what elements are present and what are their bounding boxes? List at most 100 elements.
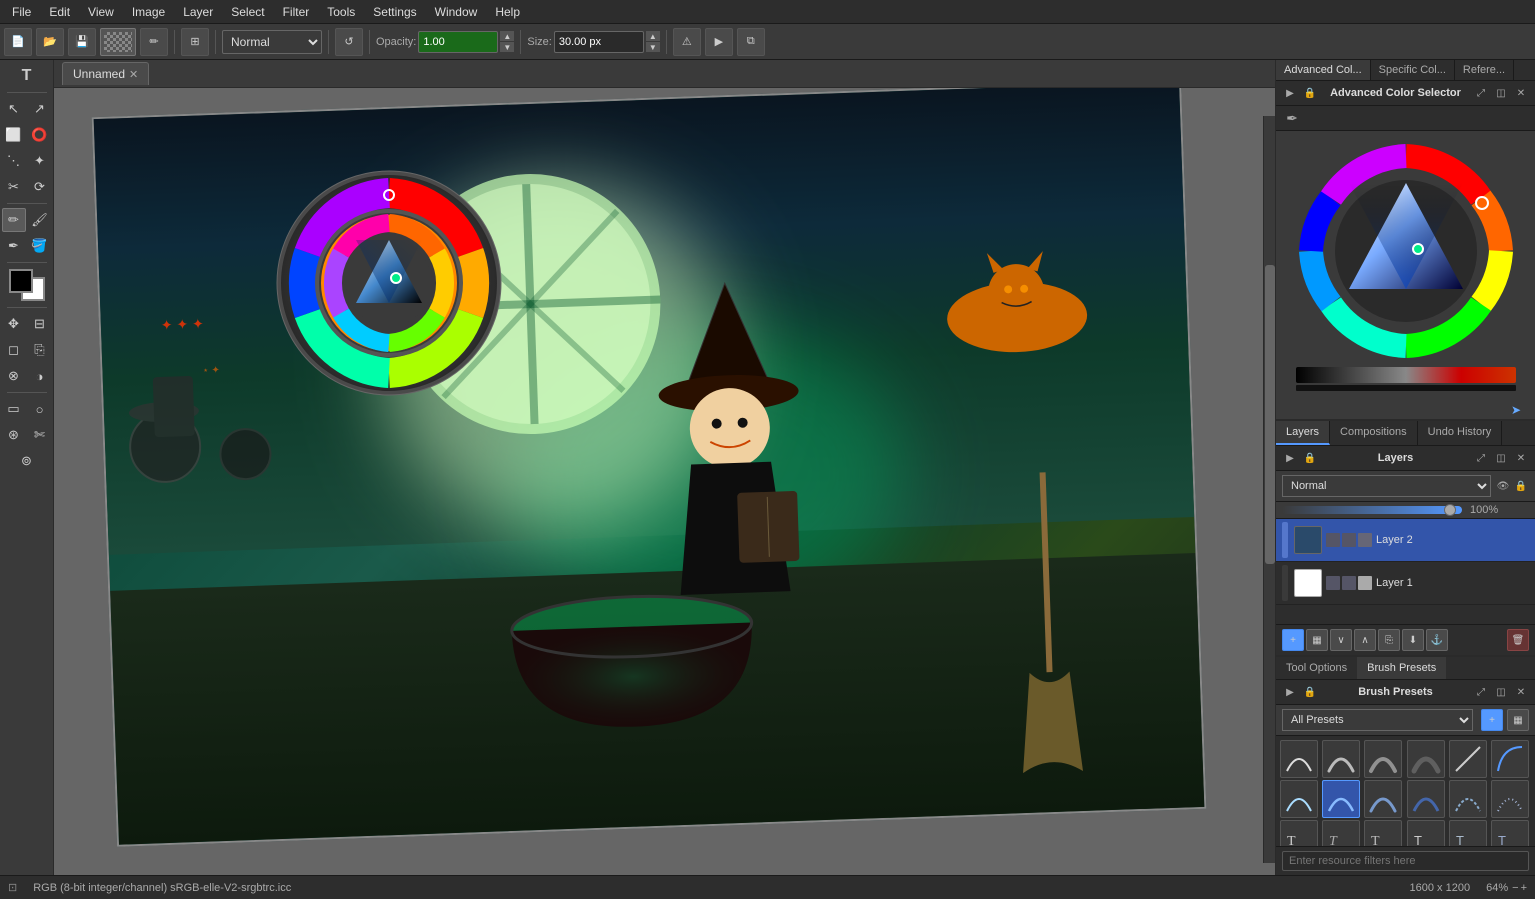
brush-preset-16[interactable]: T [1407,820,1445,846]
new-button[interactable]: 📄 [4,28,32,56]
menu-select[interactable]: Select [223,3,272,21]
zoom-out-btn[interactable]: − [1512,882,1518,894]
brush-preset-4[interactable] [1407,740,1445,778]
color-gradient-bar[interactable] [1296,367,1516,383]
brush-preset-18[interactable]: T [1491,820,1529,846]
layers-blend-select[interactable]: Normal [1282,475,1491,497]
tab-undo-history[interactable]: Undo History [1418,421,1503,445]
text-tool[interactable]: T [15,64,39,88]
color-wheel-popup[interactable] [274,168,504,398]
color-selector-close[interactable]: ✕ [1513,85,1529,101]
brush-preset-5[interactable] [1449,740,1487,778]
layer-lock-alpha[interactable]: 🔒 [1513,478,1529,494]
artwork-canvas[interactable]: ✦ ✦ ✦ ⋆ ✦ [92,88,1207,847]
brush-preset-14[interactable]: T [1322,820,1360,846]
brush-grid-view-btn[interactable]: ▦ [1507,709,1529,731]
brush-preset-6[interactable] [1491,740,1529,778]
layers-lock[interactable]: 🔒 [1302,450,1318,466]
layer-anchor-btn[interactable]: ⚓ [1426,629,1448,651]
layer-visibility[interactable]: 👁 [1495,478,1511,494]
tab-reference[interactable]: Refere... [1455,60,1514,80]
eraser-tool[interactable]: ◻ [2,338,26,362]
brush-preset-10[interactable] [1407,780,1445,818]
brush-preset-12[interactable] [1491,780,1529,818]
canvas-tab-unnamed[interactable]: Unnamed ✕ [62,62,149,85]
pattern-button[interactable] [100,28,136,56]
ellipse-tool2[interactable]: ○ [28,397,52,421]
layer-group-btn[interactable]: ▦ [1306,629,1328,651]
color-pick-tool[interactable]: ✒ [2,234,26,258]
color-value-bar[interactable] [1296,385,1516,391]
color-selector-collapse[interactable]: ▶ [1282,85,1298,101]
layer-down-btn[interactable]: ∨ [1330,629,1352,651]
layers-expand-btn[interactable]: ⤢ [1473,450,1489,466]
pointer-tool[interactable]: ↖ [2,97,26,121]
layers-toggle-button[interactable]: ⧉ [737,28,765,56]
big-color-wheel[interactable] [1296,141,1516,361]
brush-collapse[interactable]: ▶ [1282,684,1298,700]
menu-help[interactable]: Help [487,3,528,21]
warp-transform[interactable]: ⊚ [15,449,39,473]
size-input[interactable] [554,31,644,53]
brush-preset-3[interactable] [1364,740,1402,778]
expand-button[interactable]: ⊞ [181,28,209,56]
zoom-in-btn[interactable]: + [1521,882,1527,894]
layers-collapse[interactable]: ▶ [1282,450,1298,466]
brush-tool[interactable]: 🖌 [28,208,52,232]
menu-edit[interactable]: Edit [41,3,78,21]
brush-preset-8[interactable] [1322,780,1360,818]
fuzzy-select[interactable]: ⊛ [2,423,26,447]
menu-image[interactable]: Image [124,3,173,21]
layer-up-btn[interactable]: ∧ [1354,629,1376,651]
tab-specific-color[interactable]: Specific Col... [1371,60,1455,80]
path-select-tool[interactable]: ✦ [28,149,52,173]
clone-tool[interactable]: ⎘ [28,338,52,362]
brush-lock[interactable]: 🔒 [1302,684,1318,700]
brush-preset-15[interactable]: T [1364,820,1402,846]
brush-preset-select[interactable]: All Presets [1282,709,1473,731]
reset-button[interactable]: ↺ [335,28,363,56]
scissors-select[interactable]: ✄ [28,423,52,447]
play-button[interactable]: ▶ [705,28,733,56]
opacity-up[interactable]: ▲ [500,31,514,41]
size-up[interactable]: ▲ [646,31,660,41]
color-selector-detach[interactable]: ◫ [1493,85,1509,101]
tab-compositions[interactable]: Compositions [1330,421,1418,445]
transform-tool[interactable]: ⟳ [28,175,52,199]
canvas-content[interactable]: ✦ ✦ ✦ ⋆ ✦ [54,88,1275,875]
rect-select-tool[interactable]: ⬜ [2,123,26,147]
color-selector-expand[interactable]: ⤢ [1473,85,1489,101]
ellipse-select-tool[interactable]: ⭕ [28,123,52,147]
pencil-tool-button[interactable]: ✏ [140,28,168,56]
save-button[interactable]: 💾 [68,28,96,56]
dodge-tool[interactable]: ◑ [28,364,52,388]
rect-tool2[interactable]: ▭ [2,397,26,421]
warn-button[interactable]: ⚠ [673,28,701,56]
brush-preset-11[interactable] [1449,780,1487,818]
opacity-input[interactable] [418,31,498,53]
tab-tool-options[interactable]: Tool Options [1276,657,1357,679]
brush-detach-btn[interactable]: ◫ [1493,684,1509,700]
freehand-tool[interactable]: ↗ [28,97,52,121]
tab-advanced-color[interactable]: Advanced Col... [1276,60,1371,80]
menu-layer[interactable]: Layer [175,3,221,21]
brush-preset-17[interactable]: T [1449,820,1487,846]
brush-preset-1[interactable] [1280,740,1318,778]
brush-expand-btn[interactable]: ⤢ [1473,684,1489,700]
layers-opacity-slider[interactable] [1282,506,1462,514]
menu-tools[interactable]: Tools [319,3,363,21]
menu-settings[interactable]: Settings [365,3,424,21]
canvas-tab-close[interactable]: ✕ [129,68,138,81]
brush-preset-2[interactable] [1322,740,1360,778]
layer-item-1[interactable]: Layer 1 [1276,562,1535,605]
brush-close-btn[interactable]: ✕ [1513,684,1529,700]
align-tool[interactable]: ⊟ [28,312,52,336]
color-selector-lock[interactable]: 🔒 [1302,85,1318,101]
layers-close-btn[interactable]: ✕ [1513,450,1529,466]
brush-preset-9[interactable] [1364,780,1402,818]
panel-color-wheel[interactable] [1276,131,1535,401]
layer-delete-btn[interactable]: 🗑 [1507,629,1529,651]
layer-merge-down-btn[interactable]: ⬇ [1402,629,1424,651]
free-select-tool[interactable]: ⋱ [2,149,26,173]
menu-file[interactable]: File [4,3,39,21]
